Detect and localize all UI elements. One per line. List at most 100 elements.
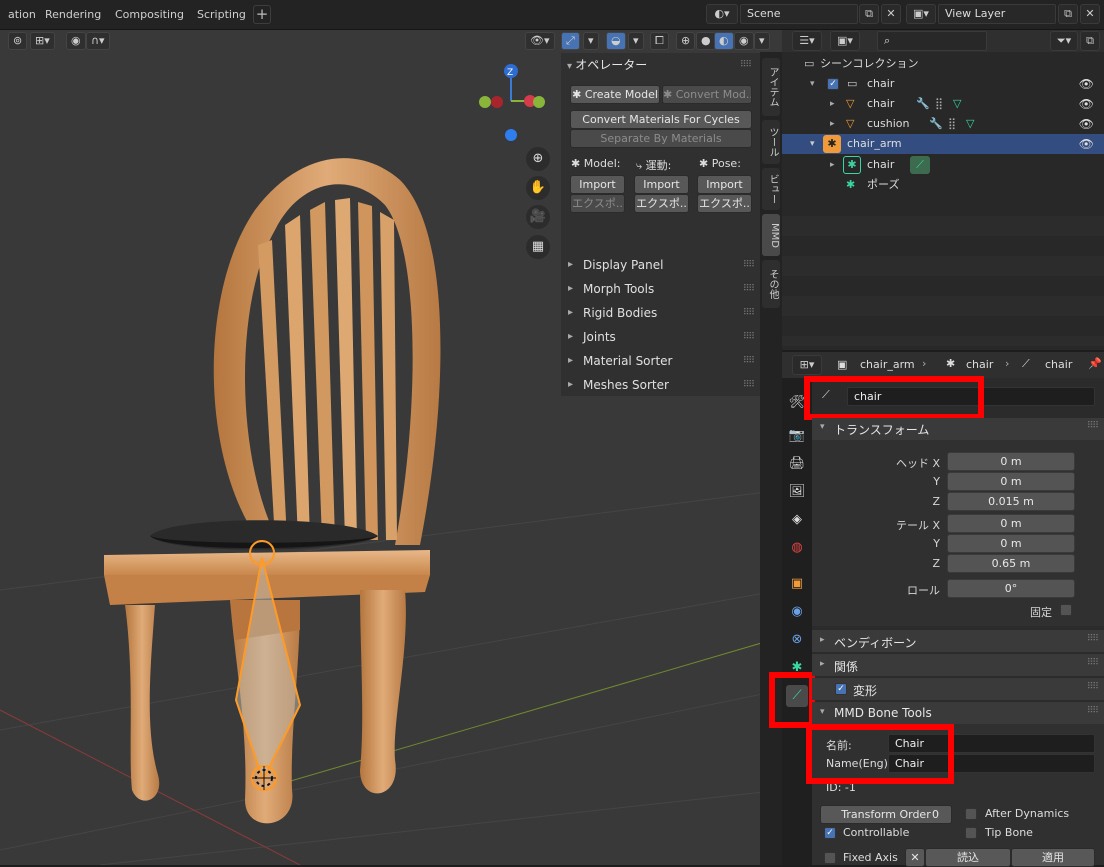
outliner-row-armature-data[interactable]: ▸ ✱ chair ⟋ (782, 155, 1104, 175)
head-y-field[interactable]: 0 m (947, 472, 1075, 491)
import-pose-button[interactable]: Import (697, 175, 752, 194)
new-view-layer-icon[interactable]: ⧉ (1058, 4, 1078, 24)
gizmo-toggle-icon[interactable]: ⤢ (561, 32, 580, 50)
relations-panel-header[interactable]: ▸ 関係 ⠿⠿ (812, 654, 1104, 676)
joints-header[interactable]: Joints⠿⠿ (561, 325, 760, 349)
fixed-axis-checkbox[interactable] (824, 852, 836, 864)
eye-icon[interactable]: 👁 (1079, 94, 1094, 114)
physics-tab-icon[interactable]: ◉ (786, 601, 808, 623)
tab-other[interactable]: その他 (762, 260, 780, 308)
export-motion-button[interactable]: エクスポ.. (634, 194, 689, 213)
render-tab-icon[interactable]: 📷 (786, 425, 808, 447)
after-dynamics-checkbox[interactable] (965, 808, 977, 820)
add-workspace-button[interactable]: + (253, 5, 271, 24)
pan-hand-icon[interactable]: ✋ (526, 176, 550, 200)
rigid-bodies-header[interactable]: Rigid Bodies⠿⠿ (561, 301, 760, 325)
view-layer-tab-icon[interactable]: 🖼 (786, 481, 808, 503)
tab-view[interactable]: ビュー (762, 168, 780, 210)
convert-materials-button[interactable]: Convert Materials For Cycles (570, 110, 752, 129)
tail-z-field[interactable]: 0.65 m (947, 554, 1075, 573)
export-model-button[interactable]: エクスポ.. (570, 194, 625, 213)
world-tab-icon[interactable]: ◍ (786, 537, 808, 559)
zoom-icon[interactable]: ⊕ (526, 147, 550, 171)
expand-arrow-icon[interactable]: ▸ (830, 155, 835, 175)
convert-model-button[interactable]: ✱ Convert Mod.. (662, 85, 752, 104)
load-fixed-axis-button[interactable]: 読込 (925, 848, 1011, 867)
export-pose-button[interactable]: エクスポ.. (697, 194, 752, 213)
eye-icon[interactable]: 👁 (1079, 114, 1094, 134)
3d-viewport[interactable]: ⊚ ⊞▾ ◉ ∩▾ 👁▾ ⤢ ▾ ◒ ▾ ⧠ ⊕ ● ◐ ◉ ▾ Z ⊕ ✋ 🎥… (0, 30, 782, 865)
view-layer-field[interactable]: View Layer (938, 4, 1056, 24)
outliner-row-chair-mesh[interactable]: ▸ ▽ chair 🔧 ⣿ ▽ 👁 (782, 94, 1104, 114)
workspace-tab-compositing[interactable]: Compositing (107, 5, 192, 25)
operator-panel-header[interactable]: ▾ オペレーター ⠿⠿ (567, 55, 757, 75)
object-tab-icon[interactable]: ▣ (786, 573, 808, 595)
expand-arrow-icon[interactable]: ▾ (810, 134, 815, 154)
tail-y-field[interactable]: 0 m (947, 534, 1075, 553)
controllable-checkbox[interactable]: ✓ (824, 827, 836, 839)
separate-by-materials-button[interactable]: Separate By Materials (570, 129, 752, 148)
snap-target-icon[interactable]: ⊞▾ (30, 32, 55, 50)
display-mode-icon[interactable]: ▣▾ (830, 31, 860, 51)
delete-scene-icon[interactable]: ✕ (881, 4, 901, 24)
falloff-icon[interactable]: ∩▾ (86, 32, 110, 50)
visibility-icon[interactable]: 👁▾ (525, 32, 555, 50)
tab-tool[interactable]: ツール (762, 120, 780, 164)
material-shading-icon[interactable]: ◐ (714, 32, 734, 50)
tail-x-field[interactable]: 0 m (947, 514, 1075, 533)
outliner-row-pose[interactable]: ✱ ポーズ (782, 175, 1104, 195)
snap-icon[interactable]: ⊚ (8, 32, 28, 50)
outliner-row-scene-collection[interactable]: ▭ シーンコレクション (782, 54, 1104, 74)
scene-selector-icon[interactable]: ◐▾ (706, 4, 738, 24)
bendy-bones-panel-header[interactable]: ▸ ベンディボーン ⠿⠿ (812, 630, 1104, 652)
deform-panel-header[interactable]: ✓ 変形 ⠿⠿ (812, 678, 1104, 700)
pin-icon[interactable]: 📌 (1088, 357, 1102, 370)
apply-fixed-axis-button[interactable]: 適用 (1011, 848, 1095, 867)
proportional-edit-icon[interactable]: ◉ (66, 32, 86, 50)
solid-shading-icon[interactable]: ● (696, 32, 716, 50)
scene-field[interactable]: Scene (740, 4, 858, 24)
delete-view-layer-icon[interactable]: ✕ (1080, 4, 1100, 24)
outliner-row-chair-arm[interactable]: ▾ ✱ chair_arm 👁 (782, 134, 1104, 154)
lock-checkbox[interactable] (1060, 604, 1072, 616)
editor-type-icon[interactable]: ☰▾ (792, 31, 822, 51)
xray-icon[interactable]: ⧠ (650, 32, 669, 50)
view-layer-icon[interactable]: ▣▾ (906, 4, 936, 24)
create-model-button[interactable]: ✱ Create Model (570, 85, 660, 104)
transform-panel-header[interactable]: ▾ トランスフォーム ⠿⠿ (812, 418, 1104, 440)
editor-type-icon[interactable]: ⊞▾ (792, 355, 822, 375)
scene-tab-icon[interactable]: ◈ (786, 509, 808, 531)
outliner-row-cushion[interactable]: ▸ ▽ cushion 🔧 ⣿ ▽ 👁 (782, 114, 1104, 134)
import-motion-button[interactable]: Import (634, 175, 689, 194)
tab-item[interactable]: アイテム (762, 58, 780, 116)
roll-field[interactable]: 0° (947, 579, 1075, 598)
rendered-shading-icon[interactable]: ◉ (734, 32, 754, 50)
clear-fixed-axis-button[interactable]: ✕ (905, 848, 925, 867)
tab-mmd[interactable]: MMD (762, 214, 780, 256)
camera-view-icon[interactable]: 🎥 (526, 205, 550, 229)
expand-arrow-icon[interactable]: ▾ (810, 74, 815, 94)
perspective-grid-icon[interactable]: ▦ (526, 235, 550, 259)
mmd-bone-tools-header[interactable]: ▾ MMD Bone Tools ⠿⠿ (812, 702, 1104, 724)
constraints-tab-icon[interactable]: ⊗ (786, 629, 808, 651)
collection-checkbox[interactable]: ✓ (827, 78, 839, 90)
output-tab-icon[interactable]: 🖨 (786, 453, 808, 475)
eye-icon[interactable]: 👁 (1079, 134, 1094, 154)
filter-icon[interactable]: ⏷▾ (1050, 31, 1078, 51)
eye-icon[interactable]: 👁 (1079, 74, 1094, 94)
tip-bone-checkbox[interactable] (965, 827, 977, 839)
new-collection-icon[interactable]: ⧉ (1080, 31, 1100, 51)
shading-menu-icon[interactable]: ▾ (754, 32, 770, 50)
head-x-field[interactable]: 0 m (947, 452, 1075, 471)
gizmo-menu-icon[interactable]: ▾ (583, 32, 599, 50)
transform-order-field[interactable]: Transform Order 0 (820, 805, 952, 824)
outliner-search-input[interactable]: ⌕ (877, 31, 987, 51)
outliner-row-chair-collection[interactable]: ▾ ✓ ▭ chair 👁 (782, 74, 1104, 94)
expand-arrow-icon[interactable]: ▸ (830, 94, 835, 114)
morph-tools-header[interactable]: Morph Tools⠿⠿ (561, 277, 760, 301)
display-panel-header[interactable]: Display Panel⠿⠿ (561, 253, 760, 277)
workspace-tab-scripting[interactable]: Scripting (189, 5, 254, 25)
wireframe-shading-icon[interactable]: ⊕ (676, 32, 696, 50)
expand-arrow-icon[interactable]: ▸ (830, 114, 835, 134)
deform-checkbox[interactable]: ✓ (835, 683, 847, 695)
